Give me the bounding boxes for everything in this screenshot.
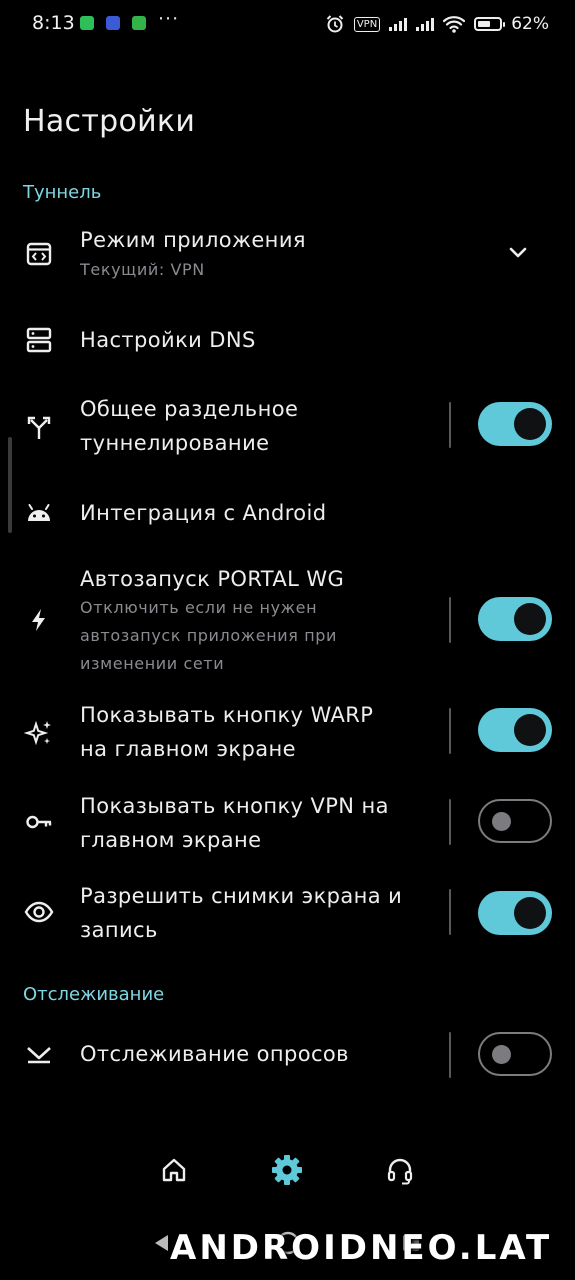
autostart-toggle[interactable] (478, 597, 552, 641)
vpn-button-toggle[interactable] (478, 799, 552, 843)
bottom-navigation (0, 1140, 575, 1200)
section-header-tracking: Отслеживание (23, 984, 165, 1005)
key-icon (22, 805, 56, 839)
toggle-knob (492, 812, 511, 831)
android-icon (22, 496, 56, 530)
setting-label: Отслеживание опросов (80, 1042, 349, 1066)
setting-autostart[interactable]: Автозапуск PORTAL WG Отключить если не н… (0, 562, 575, 680)
setting-label-line1: Разрешить снимки экрана и (80, 884, 403, 908)
sparkles-icon (22, 716, 56, 750)
setting-label: Интеграция с Android (80, 501, 327, 525)
status-time: 8:13 (32, 12, 75, 34)
toggle-knob (514, 603, 546, 635)
status-bar: 8:13 ··· VPN 62% (0, 0, 575, 48)
chevron-down-icon[interactable] (505, 242, 531, 264)
setting-label-line2: главном экране (80, 828, 262, 852)
setting-sublabel-line1: Отключить если не нужен (80, 598, 318, 617)
screenshots-toggle[interactable] (478, 891, 552, 935)
setting-label: Режим приложения (80, 228, 306, 252)
setting-split-tunnel[interactable]: Общее раздельное туннелирование (0, 392, 575, 460)
battery-percent: 62% (511, 14, 549, 34)
poll-tracking-icon (22, 1037, 56, 1071)
nav-settings[interactable] (267, 1150, 307, 1190)
setting-label: Настройки DNS (80, 328, 256, 352)
bolt-icon (22, 603, 56, 637)
setting-screenshots[interactable]: Разрешить снимки экрана и запись (0, 879, 575, 947)
setting-label: Автозапуск PORTAL WG (80, 567, 345, 591)
wifi-icon (443, 16, 466, 33)
eye-icon (22, 895, 56, 929)
headset-icon (387, 1158, 413, 1185)
dns-server-icon (22, 323, 56, 357)
signal-icon (389, 17, 408, 31)
toggle-knob (514, 714, 546, 746)
divider (449, 799, 451, 845)
alarm-icon (326, 15, 344, 33)
setting-dns[interactable]: Настройки DNS (0, 318, 575, 362)
back-icon[interactable] (150, 1232, 172, 1254)
signal-icon-2 (416, 17, 435, 31)
warp-button-toggle[interactable] (478, 708, 552, 752)
setting-poll-tracking[interactable]: Отслеживание опросов (0, 1032, 575, 1078)
divider (449, 597, 451, 643)
more-notifications-icon: ··· (158, 8, 180, 30)
setting-sublabel-line3: изменении сети (80, 654, 225, 673)
toggle-knob (514, 897, 546, 929)
divider (449, 889, 451, 935)
app-window-icon (22, 237, 56, 271)
split-arrows-icon (22, 410, 56, 444)
setting-label-line1: Общее раздельное (80, 397, 299, 421)
home-icon (162, 1158, 186, 1182)
setting-label-line1: Показывать кнопку WARP (80, 703, 374, 727)
section-header-tunnel: Туннель (23, 182, 102, 203)
battery-icon (474, 17, 506, 31)
nav-home[interactable] (154, 1150, 194, 1190)
watermark: ANDROIDNEO.LAT (170, 1228, 553, 1268)
setting-vpn-button[interactable]: Показывать кнопку VPN на главном экране (0, 789, 575, 857)
setting-label-line2: запись (80, 918, 158, 942)
setting-label-line1: Показывать кнопку VPN на (80, 794, 389, 818)
poll-tracking-toggle[interactable] (478, 1032, 552, 1076)
setting-app-mode[interactable]: Режим приложения Текущий: VPN (0, 222, 575, 292)
whatsapp-icon (80, 16, 94, 30)
divider (449, 708, 451, 754)
setting-label-line2: на главном экране (80, 737, 296, 761)
divider (449, 402, 451, 448)
vpn-badge: VPN (353, 16, 381, 32)
page-title: Настройки (23, 104, 196, 139)
setting-android-integration[interactable]: Интеграция с Android (0, 491, 575, 535)
app-notification-icon (106, 16, 120, 30)
setting-sublabel: Текущий: VPN (80, 260, 205, 279)
split-tunnel-toggle[interactable] (478, 402, 552, 446)
divider (449, 1032, 451, 1078)
setting-label-line2: туннелирование (80, 431, 270, 455)
toggle-knob (514, 408, 546, 440)
nav-support[interactable] (380, 1150, 420, 1190)
app-notification-icon-2 (132, 16, 146, 30)
setting-sublabel-line2: автозапуск приложения при (80, 626, 338, 645)
setting-warp-button[interactable]: Показывать кнопку WARP на главном экране (0, 698, 575, 766)
toggle-knob (492, 1045, 511, 1064)
settings-icon (272, 1155, 302, 1185)
status-right: VPN 62% (325, 12, 549, 36)
